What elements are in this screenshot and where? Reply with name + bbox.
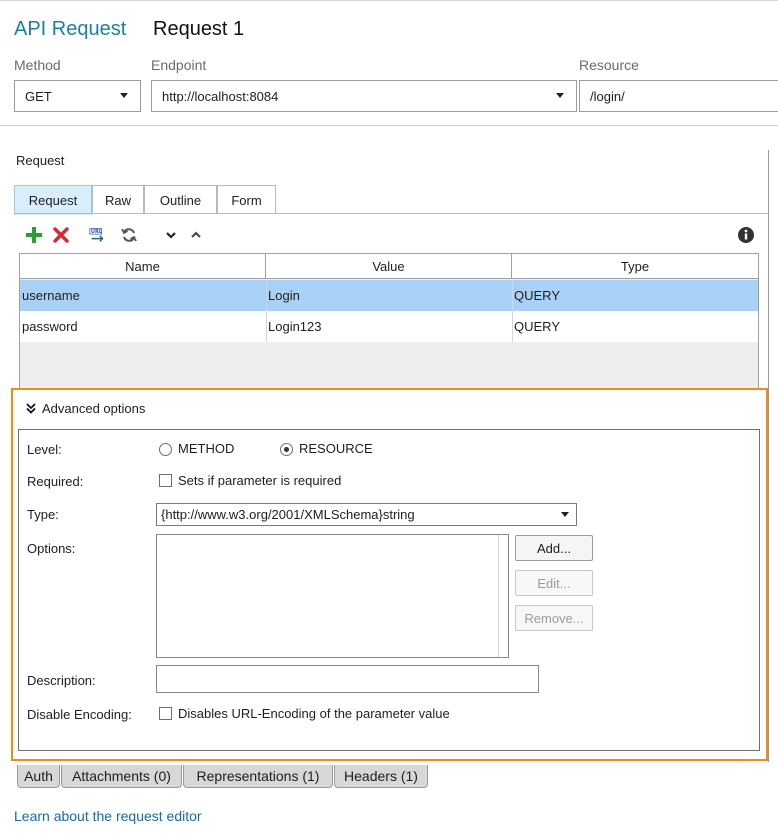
type-label: Type: [27, 507, 59, 522]
top-divider [0, 0, 778, 1]
table-row[interactable]: password Login123 QUERY [20, 311, 758, 342]
column-divider [266, 280, 267, 342]
move-up-icon[interactable] [186, 224, 206, 246]
endpoint-select-value: http://localhost:8084 [162, 88, 279, 104]
method-label: Method [14, 57, 61, 73]
level-label: Level: [27, 442, 62, 457]
disable-encoding-checkbox[interactable] [159, 707, 172, 720]
level-method-label[interactable]: METHOD [178, 441, 234, 456]
tab-auth[interactable]: Auth [17, 765, 60, 788]
tab-headers[interactable]: Headers (1) [334, 765, 428, 788]
level-resource-radio[interactable] [280, 443, 293, 456]
tab-request[interactable]: Request [14, 185, 92, 215]
method-select[interactable]: GET [14, 80, 141, 112]
description-label: Description: [27, 673, 96, 688]
double-chevron-down-icon [26, 403, 36, 414]
tab-form[interactable]: Form [217, 185, 276, 214]
move-down-icon[interactable] [161, 224, 181, 246]
refresh-icon[interactable] [119, 224, 139, 246]
method-select-value: GET [25, 88, 52, 104]
tab-outline[interactable]: Outline [144, 185, 217, 214]
header-divider [0, 125, 778, 126]
param-name-cell[interactable]: username [22, 288, 80, 303]
disable-encoding-label: Disable Encoding: [27, 707, 132, 722]
endpoint-select[interactable]: http://localhost:8084 [151, 80, 577, 112]
column-header-name[interactable]: Name [20, 254, 266, 279]
advanced-options-toggle[interactable]: Advanced options [26, 401, 145, 416]
disable-encoding-text[interactable]: Disables URL-Encoding of the parameter v… [178, 706, 450, 721]
remove-option-button[interactable]: Remove... [515, 605, 593, 631]
param-type-cell[interactable]: QUERY [514, 319, 560, 334]
table-row[interactable]: username Login QUERY [20, 280, 758, 311]
tab-attachments[interactable]: Attachments (0) [61, 765, 182, 788]
level-resource-label[interactable]: RESOURCE [299, 441, 373, 456]
parameter-table: Name Value Type username Login QUERY pas… [19, 253, 759, 390]
svg-text:URL: URL [91, 229, 103, 235]
url-encode-icon[interactable]: URL [88, 224, 108, 246]
column-header-value[interactable]: Value [266, 254, 512, 279]
resource-input[interactable]: /login/ [579, 80, 778, 112]
required-checkbox-text[interactable]: Sets if parameter is required [178, 473, 341, 488]
table-header: Name Value Type [20, 254, 758, 279]
level-method-radio[interactable] [159, 443, 172, 456]
resource-input-value: /login/ [590, 88, 625, 104]
chevron-down-icon [556, 93, 564, 98]
param-value-cell[interactable]: Login [268, 288, 300, 303]
chevron-down-icon [561, 512, 569, 517]
param-type-cell[interactable]: QUERY [514, 288, 560, 303]
resource-label: Resource [579, 57, 639, 73]
add-icon[interactable] [24, 224, 44, 246]
param-value-cell[interactable]: Login123 [268, 319, 322, 334]
delete-icon[interactable] [51, 224, 71, 246]
panel-border [768, 150, 769, 762]
options-label: Options: [27, 541, 76, 556]
param-name-cell[interactable]: password [22, 319, 78, 334]
endpoint-label: Endpoint [151, 57, 207, 73]
type-select[interactable]: {http://www.w3.org/2001/XMLSchema}string [156, 503, 577, 526]
type-select-value: {http://www.w3.org/2001/XMLSchema}string [161, 507, 415, 522]
request-name-title: Request 1 [153, 18, 245, 40]
add-option-button[interactable]: Add... [515, 535, 593, 561]
options-list[interactable] [156, 534, 509, 658]
learn-request-editor-link[interactable]: Learn about the request editor [14, 808, 202, 824]
column-divider [512, 280, 513, 342]
advanced-options-title: Advanced options [42, 401, 146, 416]
info-icon[interactable] [736, 224, 756, 246]
tabs-divider [14, 213, 768, 214]
required-checkbox[interactable] [159, 474, 172, 487]
request-section-title: Request [16, 153, 65, 168]
column-header-type[interactable]: Type [512, 254, 758, 279]
description-input[interactable] [156, 665, 539, 693]
edit-option-button[interactable]: Edit... [515, 570, 593, 596]
required-label: Required: [27, 474, 84, 489]
options-scrollbar[interactable] [498, 535, 508, 657]
tab-raw[interactable]: Raw [92, 185, 144, 214]
tab-representations[interactable]: Representations (1) [183, 765, 333, 788]
chevron-down-icon [120, 93, 128, 98]
editor-type-title: API Request [14, 18, 127, 40]
